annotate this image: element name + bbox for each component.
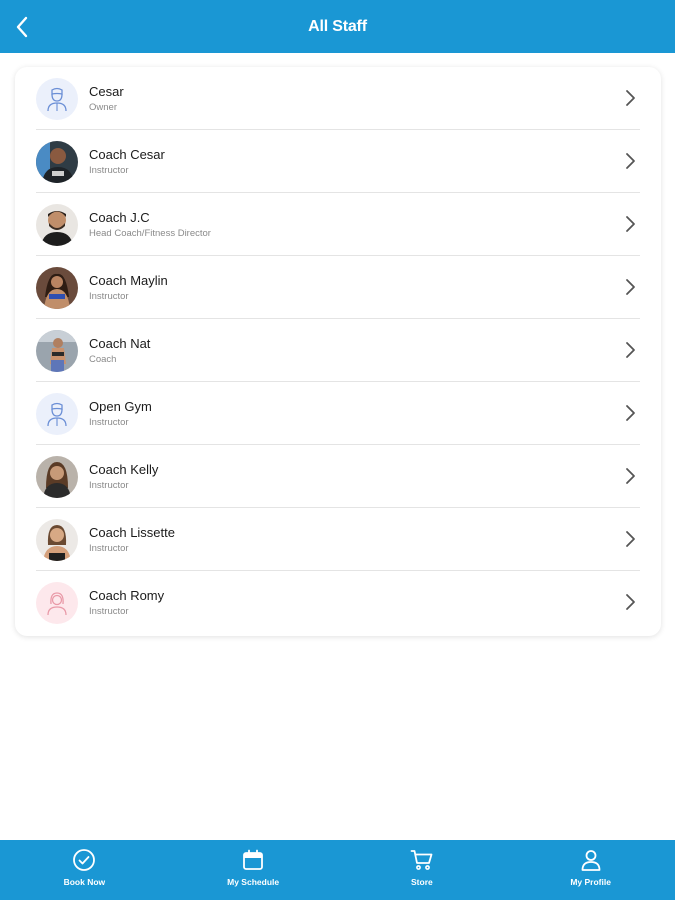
avatar-photo <box>36 455 78 498</box>
staff-row-coach-jc[interactable]: Coach J.C Head Coach/Fitness Director <box>36 193 640 256</box>
tab-label: My Profile <box>570 877 611 887</box>
tab-label: Store <box>411 877 433 887</box>
user-icon <box>581 850 601 871</box>
chevron-right-icon <box>626 153 635 169</box>
staff-role: Coach <box>89 353 117 365</box>
tab-label: Book Now <box>63 877 106 887</box>
staff-row-coach-maylin[interactable]: Coach Maylin Instructor <box>36 256 640 319</box>
staff-text: Coach Kelly Instructor <box>89 462 158 492</box>
app-screen: All Staff Cesar Owner Coach Cesar Instru… <box>0 0 675 900</box>
staff-role: Owner <box>89 101 117 113</box>
staff-text: Coach Cesar Instructor <box>89 147 165 177</box>
staff-name: Open Gym <box>89 398 152 414</box>
staff-name: Coach J.C <box>89 209 150 225</box>
avatar-placeholder-icon <box>36 77 78 120</box>
staff-row-coach-lissette[interactable]: Coach Lissette Instructor <box>36 508 640 571</box>
staff-text: Coach J.C Head Coach/Fitness Director <box>89 210 211 240</box>
staff-row-cesar[interactable]: Cesar Owner <box>36 67 640 130</box>
staff-role: Instructor <box>89 164 129 176</box>
staff-text: Open Gym Instructor <box>89 399 152 429</box>
staff-role: Head Coach/Fitness Director <box>89 227 211 239</box>
staff-name: Coach Lissette <box>89 524 175 540</box>
staff-row-open-gym[interactable]: Open Gym Instructor <box>36 382 640 445</box>
staff-row-coach-kelly[interactable]: Coach Kelly Instructor <box>36 445 640 508</box>
avatar-placeholder-icon <box>36 392 78 435</box>
avatar-placeholder-female-icon <box>36 581 78 624</box>
avatar-photo <box>36 266 78 309</box>
chevron-left-icon <box>16 16 28 38</box>
avatar-photo <box>36 203 78 246</box>
staff-row-coach-cesar[interactable]: Coach Cesar Instructor <box>36 130 640 193</box>
chevron-right-icon <box>626 279 635 295</box>
tab-store[interactable]: Store <box>338 840 507 900</box>
chevron-right-icon <box>626 594 635 610</box>
staff-text: Coach Maylin Instructor <box>89 273 168 303</box>
avatar-photo <box>36 518 78 561</box>
staff-text: Coach Nat Coach <box>89 336 150 366</box>
staff-role: Instructor <box>89 479 129 491</box>
staff-text: Coach Romy Instructor <box>89 588 164 618</box>
tab-my-profile[interactable]: My Profile <box>506 840 675 900</box>
staff-row-coach-nat[interactable]: Coach Nat Coach <box>36 319 640 382</box>
staff-role: Instructor <box>89 290 129 302</box>
staff-role: Instructor <box>89 542 129 554</box>
chevron-right-icon <box>626 342 635 358</box>
staff-name: Coach Kelly <box>89 461 159 477</box>
back-button[interactable] <box>10 14 34 40</box>
chevron-right-icon <box>626 531 635 547</box>
staff-name: Coach Maylin <box>89 272 168 288</box>
avatar-photo <box>36 329 78 372</box>
staff-text: Cesar Owner <box>89 84 124 114</box>
staff-role: Instructor <box>89 416 129 428</box>
staff-name: Cesar <box>89 83 124 99</box>
check-circle-icon <box>73 849 96 871</box>
calendar-icon <box>243 849 264 870</box>
avatar-photo <box>36 140 78 183</box>
staff-name: Coach Nat <box>89 335 151 351</box>
cart-icon <box>410 850 433 870</box>
staff-role: Instructor <box>89 605 129 617</box>
tab-book-now[interactable]: Book Now <box>0 840 169 900</box>
tab-my-schedule[interactable]: My Schedule <box>169 840 338 900</box>
staff-name: Coach Cesar <box>89 146 165 162</box>
chevron-right-icon <box>626 405 635 421</box>
chevron-right-icon <box>626 468 635 484</box>
chevron-right-icon <box>626 90 635 106</box>
staff-list: Cesar Owner Coach Cesar Instructor Coach… <box>15 67 661 636</box>
chevron-right-icon <box>626 216 635 232</box>
bottom-tab-bar: Book Now My Schedule Store My Profile <box>0 840 675 900</box>
staff-row-coach-romy[interactable]: Coach Romy Instructor <box>36 571 640 634</box>
page-title: All Staff <box>308 17 367 35</box>
top-app-bar: All Staff <box>0 0 675 53</box>
staff-text: Coach Lissette Instructor <box>89 525 175 555</box>
tab-label: My Schedule <box>227 877 280 887</box>
staff-name: Coach Romy <box>89 587 165 603</box>
